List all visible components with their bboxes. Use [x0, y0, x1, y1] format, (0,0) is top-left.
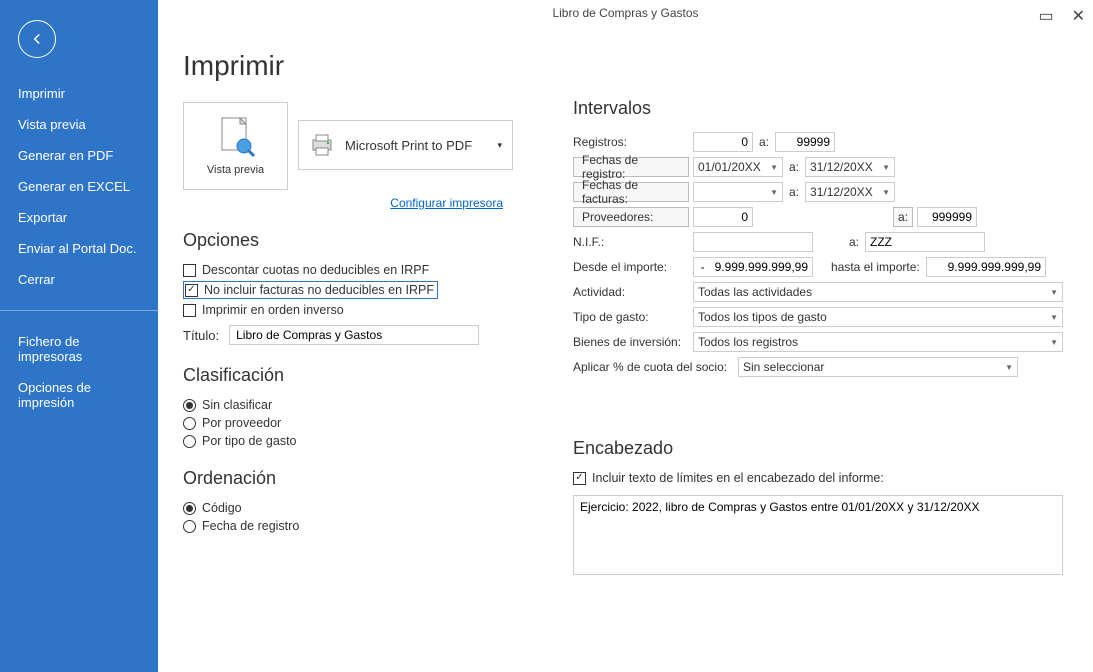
page-title: Imprimir [183, 50, 523, 82]
actividad-label: Actividad: [573, 285, 693, 299]
chevron-down-icon: ▼ [1050, 288, 1058, 297]
titulo-input[interactable] [229, 325, 479, 345]
chk-descontar-cuotas[interactable] [183, 264, 196, 277]
vista-previa-button[interactable]: Vista previa [183, 102, 288, 190]
chk-orden-inverso[interactable] [183, 304, 196, 317]
bienes-inversion-select[interactable]: Todos los registros▼ [693, 332, 1063, 352]
actividad-select[interactable]: Todas las actividades▼ [693, 282, 1063, 302]
encabezado-heading: Encabezado [573, 438, 1063, 459]
sidebar: Imprimir Vista previa Generar en PDF Gen… [0, 0, 158, 672]
fechas-facturas-button[interactable]: Fechas de facturas: [573, 182, 689, 202]
nav-exportar[interactable]: Exportar [0, 202, 158, 233]
registros-to[interactable] [775, 132, 835, 152]
chevron-down-icon: ▼ [770, 188, 778, 197]
printer-icon [309, 134, 335, 156]
nif-label: N.I.F.: [573, 235, 693, 249]
clasificacion-heading: Clasificación [183, 365, 523, 386]
nav-enviar-portal[interactable]: Enviar al Portal Doc. [0, 233, 158, 264]
hasta-importe-label: hasta el importe: [831, 260, 926, 274]
configurar-impresora-link[interactable]: Configurar impresora [183, 196, 503, 210]
radio-codigo-label: Código [202, 501, 242, 515]
chk-orden-inverso-label: Imprimir en orden inverso [202, 303, 344, 317]
cuota-socio-select[interactable]: Sin seleccionar▼ [738, 357, 1018, 377]
nav-generar-pdf[interactable]: Generar en PDF [0, 140, 158, 171]
fechas-facturas-from[interactable]: ▼ [693, 182, 783, 202]
chk-incluir-texto-limites[interactable] [573, 472, 586, 485]
chevron-down-icon: ▼ [1050, 313, 1058, 322]
chk-no-incluir-facturas-label: No incluir facturas no deducibles en IRP… [204, 283, 434, 297]
registros-label: Registros: [573, 135, 693, 149]
vista-previa-label: Vista previa [207, 164, 264, 176]
titulo-label: Título: [183, 328, 219, 343]
a-sep: a: [789, 160, 799, 174]
encabezado-text[interactable] [573, 495, 1063, 575]
importe-to[interactable] [926, 257, 1046, 277]
a-sep: a: [789, 185, 799, 199]
proveedores-button[interactable]: Proveedores: [573, 207, 689, 227]
nav-fichero-impresoras[interactable]: Fichero de impresoras [0, 326, 158, 372]
nav-generar-excel[interactable]: Generar en EXCEL [0, 171, 158, 202]
nif-to[interactable] [865, 232, 985, 252]
desde-importe-label: Desde el importe: [573, 260, 693, 274]
nav-imprimir[interactable]: Imprimir [0, 78, 158, 109]
proveedores-from[interactable] [693, 207, 753, 227]
radio-por-proveedor[interactable] [183, 417, 196, 430]
window-close-icon[interactable]: ✕ [1072, 6, 1085, 26]
printer-select[interactable]: Microsoft Print to PDF ▾ [298, 120, 513, 170]
nif-from[interactable] [693, 232, 813, 252]
importe-from[interactable] [693, 257, 813, 277]
cuota-socio-label: Aplicar % de cuota del socio: [573, 360, 738, 374]
radio-codigo[interactable] [183, 502, 196, 515]
radio-fecha-registro-label: Fecha de registro [202, 519, 299, 533]
radio-por-proveedor-label: Por proveedor [202, 416, 281, 430]
opciones-heading: Opciones [183, 230, 523, 251]
chevron-down-icon: ▼ [1050, 338, 1058, 347]
tipo-gasto-select[interactable]: Todos los tipos de gasto▼ [693, 307, 1063, 327]
window-title: Libro de Compras y Gastos [158, 6, 1093, 20]
nav-vista-previa[interactable]: Vista previa [0, 109, 158, 140]
a-sep: a: [849, 235, 859, 249]
fechas-registro-button[interactable]: Fechas de registro: [573, 157, 689, 177]
a-sep: a: [759, 135, 769, 149]
radio-por-tipo-gasto-label: Por tipo de gasto [202, 434, 297, 448]
proveedores-a-button[interactable]: a: [893, 207, 913, 227]
nav-cerrar[interactable]: Cerrar [0, 264, 158, 295]
bienes-inversion-label: Bienes de inversión: [573, 335, 693, 349]
window-maximize-icon[interactable]: ▭ [1038, 6, 1053, 26]
nav-opciones-impresion[interactable]: Opciones de impresión [0, 372, 158, 418]
radio-sin-clasificar[interactable] [183, 399, 196, 412]
proveedores-to[interactable] [917, 207, 977, 227]
chevron-down-icon: ▼ [882, 163, 890, 172]
printer-name: Microsoft Print to PDF [345, 138, 472, 153]
chevron-down-icon: ▼ [1005, 363, 1013, 372]
chevron-down-icon: ▼ [770, 163, 778, 172]
radio-sin-clasificar-label: Sin clasificar [202, 398, 272, 412]
chevron-down-icon: ▾ [497, 140, 502, 151]
chk-no-incluir-facturas[interactable] [185, 284, 198, 297]
chk-incluir-texto-limites-label: Incluir texto de límites en el encabezad… [592, 471, 884, 485]
fechas-facturas-to[interactable]: 31/12/20XX▼ [805, 182, 895, 202]
ordenacion-heading: Ordenación [183, 468, 523, 489]
document-preview-icon [216, 116, 256, 160]
tipo-gasto-label: Tipo de gasto: [573, 310, 693, 324]
chevron-down-icon: ▼ [882, 188, 890, 197]
fechas-registro-to[interactable]: 31/12/20XX▼ [805, 157, 895, 177]
fechas-registro-from[interactable]: 01/01/20XX▼ [693, 157, 783, 177]
radio-fecha-registro[interactable] [183, 520, 196, 533]
radio-por-tipo-gasto[interactable] [183, 435, 196, 448]
registros-from[interactable] [693, 132, 753, 152]
chk-descontar-cuotas-label: Descontar cuotas no deducibles en IRPF [202, 263, 429, 277]
back-button[interactable] [18, 20, 56, 58]
intervalos-heading: Intervalos [573, 98, 1063, 119]
